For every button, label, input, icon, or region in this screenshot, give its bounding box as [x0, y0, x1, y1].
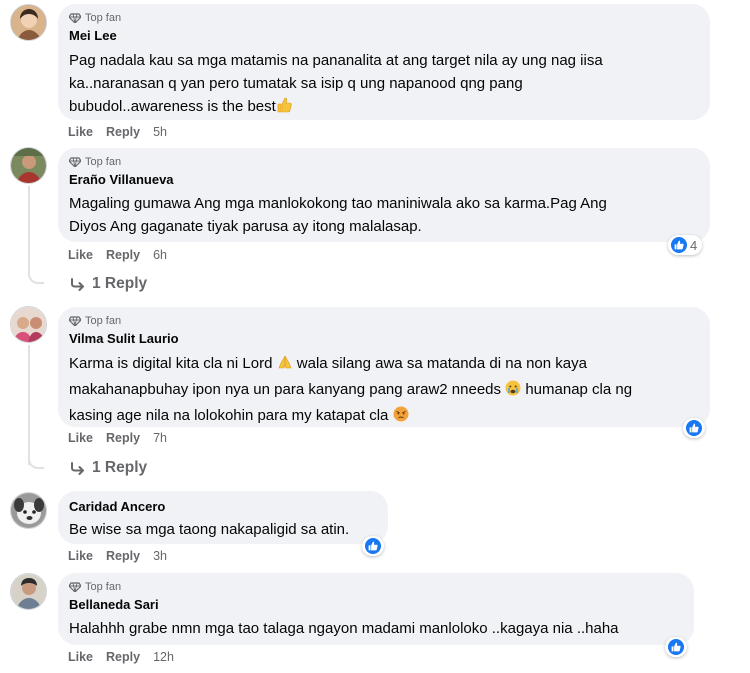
like-reaction-icon: [365, 538, 381, 554]
comment-actions: Like Reply 5h: [68, 125, 167, 139]
reaction-summary[interactable]: [665, 637, 687, 657]
like-link[interactable]: Like: [68, 125, 93, 139]
like-link[interactable]: Like: [68, 549, 93, 563]
reply-arrow-icon: [71, 278, 84, 291]
comment-bubble: Top fan Bellaneda Sari Halahhh grabe nmn…: [58, 573, 694, 645]
comment-actions: Like Reply 6h: [68, 248, 167, 262]
like-link[interactable]: Like: [68, 248, 93, 262]
thread-line: [28, 186, 30, 270]
top-fan-badge[interactable]: Top fan: [69, 580, 682, 594]
comment-bubble: Caridad Ancero Be wise sa mga taong naka…: [58, 491, 388, 544]
avatar[interactable]: [10, 573, 47, 610]
like-link[interactable]: Like: [68, 650, 93, 664]
view-replies-link[interactable]: 1 Reply: [70, 459, 147, 477]
comment-bubble: Top fan Eraño Villanueva Magaling gumawa…: [58, 148, 710, 242]
comment-text: Be wise sa mga taong nakapaligid sa atin…: [69, 521, 350, 538]
comment-bubble: Top fan Mei Lee Pag nadala kau sa mga ma…: [58, 4, 710, 120]
comment-timestamp[interactable]: 3h: [153, 549, 167, 563]
like-reaction-icon: [686, 420, 702, 436]
angry-face-emoji: [393, 406, 409, 422]
comment-author[interactable]: Mei Lee: [69, 28, 698, 44]
diamond-icon: [69, 13, 81, 23]
reply-link[interactable]: Reply: [106, 549, 140, 563]
diamond-icon: [69, 582, 81, 592]
reaction-count: 4: [690, 237, 698, 253]
comment-author[interactable]: Eraño Villanueva: [69, 172, 698, 188]
folded-hands-emoji: [278, 355, 292, 369]
reply-link[interactable]: Reply: [106, 248, 140, 262]
comment-timestamp[interactable]: 7h: [153, 431, 167, 445]
avatar[interactable]: [10, 4, 47, 41]
reply-arrow-icon: [71, 462, 84, 475]
thread-line: [28, 345, 30, 465]
comment-actions: Like Reply 3h: [68, 549, 167, 563]
like-reaction-icon: [671, 237, 687, 253]
reaction-summary[interactable]: [683, 418, 705, 438]
comment-text: Pag nadala kau sa mga matamis na pananal…: [69, 52, 603, 115]
comment-text: Magaling gumawa Ang mga manlokokong tao …: [69, 195, 607, 235]
reply-link[interactable]: Reply: [106, 125, 140, 139]
thumbs-up-emoji: [277, 97, 292, 113]
reply-link[interactable]: Reply: [106, 431, 140, 445]
like-link[interactable]: Like: [68, 431, 93, 445]
comment-author[interactable]: Bellaneda Sari: [69, 597, 682, 613]
reply-link[interactable]: Reply: [106, 650, 140, 664]
avatar[interactable]: [10, 306, 47, 343]
comment-timestamp[interactable]: 6h: [153, 248, 167, 262]
comment-author[interactable]: Vilma Sulit Laurio: [69, 331, 698, 347]
comment-bubble: Top fan Vilma Sulit Laurio Karma is digi…: [58, 307, 710, 427]
comment-actions: Like Reply 12h: [68, 650, 174, 664]
comment-actions: Like Reply 7h: [68, 431, 167, 445]
thread-hook: [28, 270, 44, 284]
top-fan-badge[interactable]: Top fan: [69, 11, 698, 25]
view-replies-link[interactable]: 1 Reply: [70, 275, 147, 293]
reaction-summary[interactable]: 4: [668, 235, 703, 255]
top-fan-badge[interactable]: Top fan: [69, 155, 698, 169]
reaction-summary[interactable]: [362, 536, 384, 556]
comment-timestamp[interactable]: 12h: [153, 650, 174, 664]
avatar[interactable]: [10, 147, 47, 184]
thread-hook: [28, 455, 44, 469]
top-fan-badge[interactable]: Top fan: [69, 314, 698, 328]
comment-author[interactable]: Caridad Ancero: [69, 499, 376, 515]
diamond-icon: [69, 316, 81, 326]
crying-face-emoji: [505, 380, 521, 396]
comment-timestamp[interactable]: 5h: [153, 125, 167, 139]
comment-text: Karma is digital kita cla ni Lord wala s…: [69, 355, 633, 424]
comment-text: Halahhh grabe nmn mga tao talaga ngayon …: [69, 620, 619, 637]
like-reaction-icon: [668, 639, 684, 655]
diamond-icon: [69, 157, 81, 167]
avatar[interactable]: [10, 492, 47, 529]
